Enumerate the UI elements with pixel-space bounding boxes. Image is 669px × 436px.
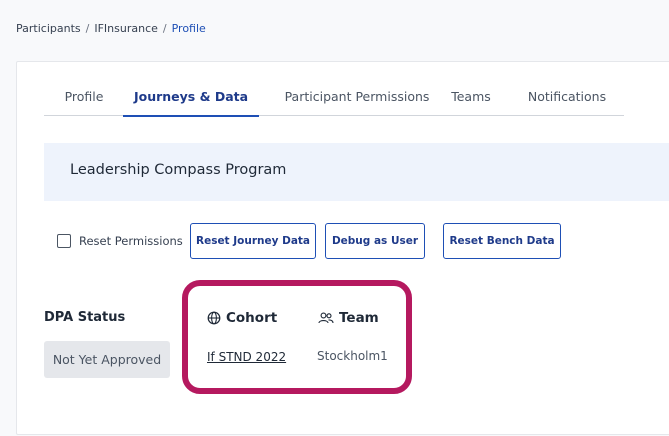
- tab-teams[interactable]: Teams: [439, 78, 503, 116]
- reset-permissions-label: Reset Permissions: [79, 234, 183, 248]
- debug-as-user-button[interactable]: Debug as User: [325, 223, 425, 259]
- breadcrumb-profile[interactable]: Profile: [172, 22, 206, 35]
- dpa-status-label: DPA Status: [44, 310, 126, 325]
- breadcrumb-separator: /: [162, 22, 167, 35]
- cohort-label: Cohort: [226, 310, 278, 326]
- globe-icon: [207, 311, 221, 325]
- reset-permissions-checkbox[interactable]: Reset Permissions: [57, 234, 183, 248]
- tab-participant-permissions[interactable]: Participant Permissions: [268, 78, 446, 116]
- breadcrumb-separator: /: [85, 22, 90, 35]
- team-value: Stockholm1: [317, 349, 388, 363]
- team-label: Team: [339, 310, 379, 326]
- cohort-link[interactable]: If STND 2022: [207, 350, 286, 364]
- breadcrumb: Participants / IFInsurance / Profile: [16, 22, 206, 35]
- people-icon: [318, 312, 334, 324]
- breadcrumb-ifinsurance[interactable]: IFInsurance: [94, 22, 158, 35]
- program-title: Leadership Compass Program: [70, 162, 287, 178]
- tab-notifications[interactable]: Notifications: [516, 78, 618, 116]
- breadcrumb-participants[interactable]: Participants: [16, 22, 81, 35]
- team-heading: Team: [318, 310, 379, 326]
- reset-journey-data-button[interactable]: Reset Journey Data: [190, 223, 316, 259]
- tab-bar: Profile Journeys & Data Participant Perm…: [44, 78, 624, 117]
- highlight-frame: [182, 280, 412, 394]
- cohort-heading: Cohort: [207, 310, 277, 326]
- reset-bench-data-button[interactable]: Reset Bench Data: [443, 223, 561, 259]
- tab-journeys-data[interactable]: Journeys & Data: [123, 78, 259, 117]
- dpa-status-badge: Not Yet Approved: [44, 341, 170, 378]
- program-banner: Leadership Compass Program: [44, 143, 669, 201]
- checkbox-box[interactable]: [57, 234, 71, 248]
- tab-profile[interactable]: Profile: [44, 78, 124, 116]
